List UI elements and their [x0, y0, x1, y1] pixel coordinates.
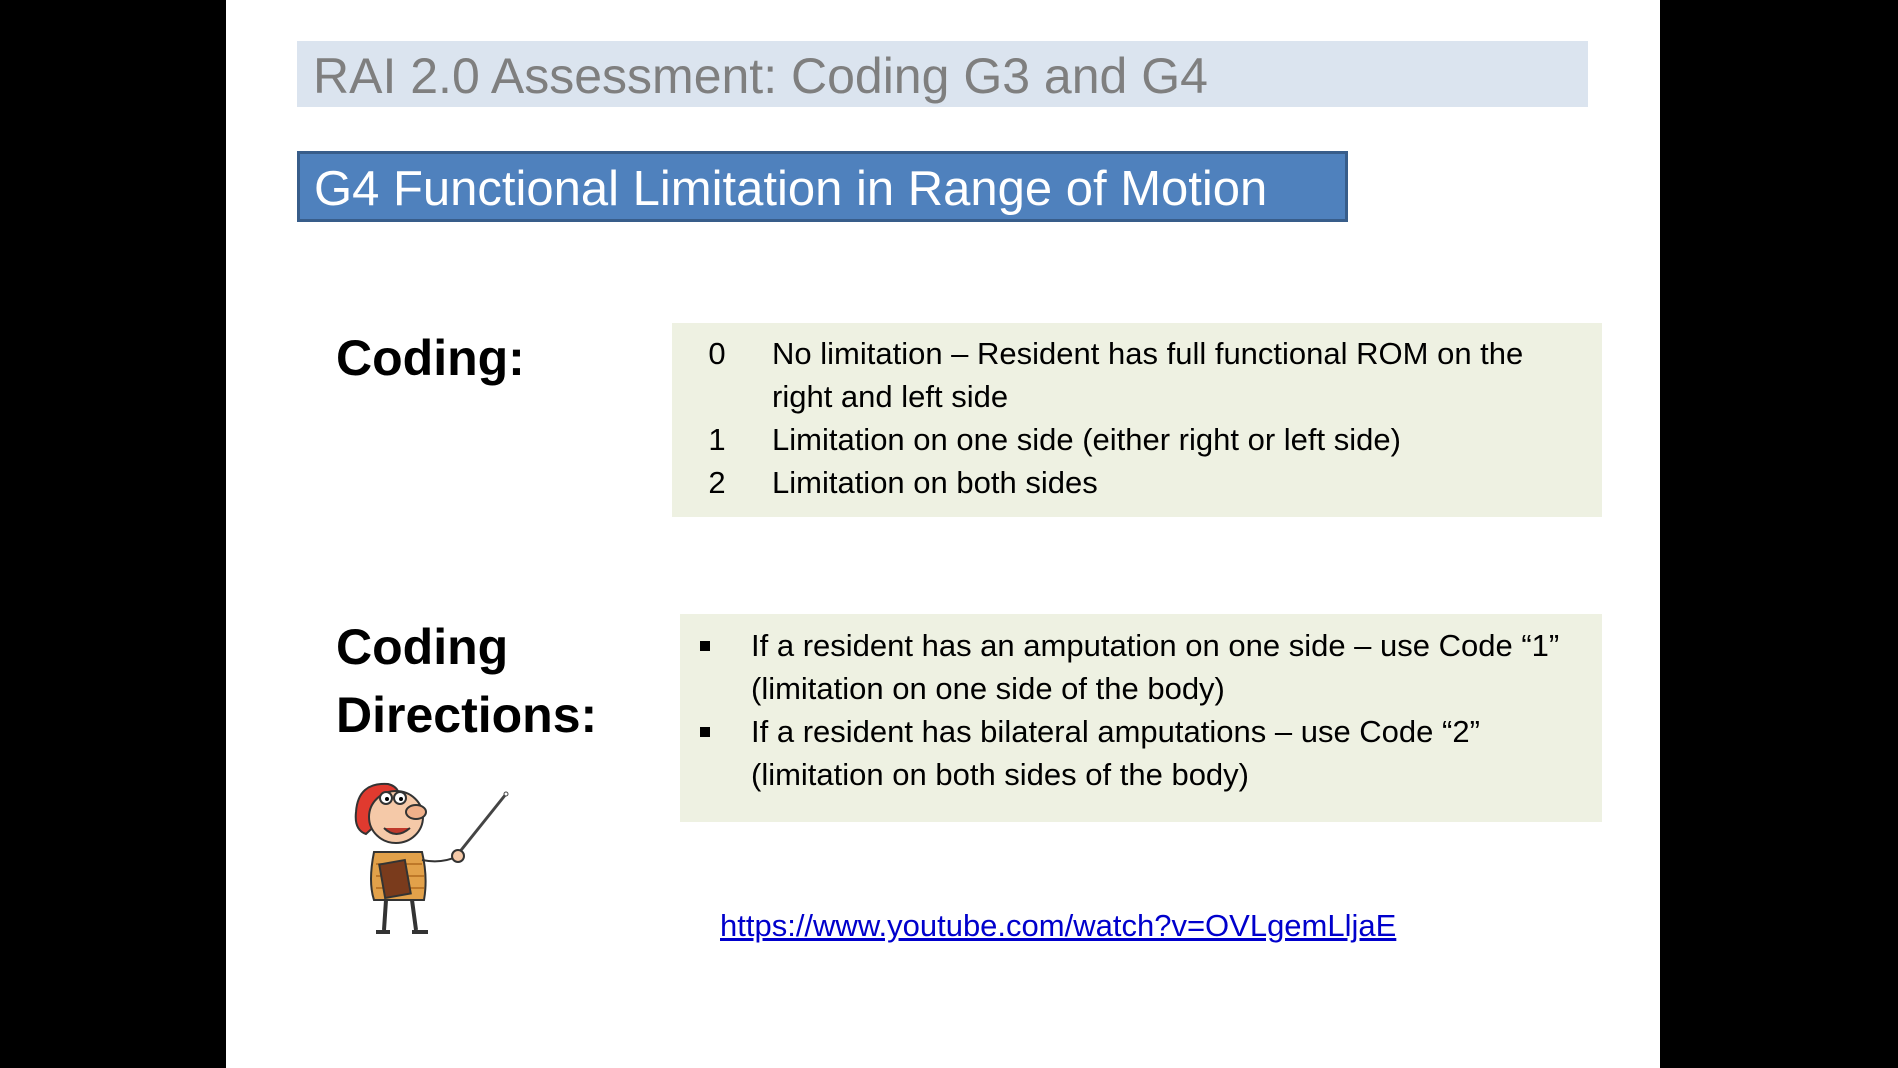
square-bullet-icon — [700, 641, 710, 651]
slide: RAI 2.0 Assessment: Coding G3 and G4 G4 … — [226, 0, 1660, 1068]
slide-title: RAI 2.0 Assessment: Coding G3 and G4 — [313, 48, 1208, 104]
directions-box: If a resident has an amputation on one s… — [680, 614, 1602, 822]
section-title: G4 Functional Limitation in Range of Mot… — [314, 162, 1268, 216]
code-number: 1 — [708, 422, 726, 457]
coding-box: 0 No limitation – Resident has full func… — [672, 323, 1602, 517]
code-description: Limitation on both sides — [772, 465, 1098, 500]
code-description: Limitation on one side (either right or … — [772, 422, 1401, 457]
youtube-link[interactable]: https://www.youtube.com/watch?v=OVLgemLl… — [720, 908, 1396, 944]
teacher-cartoon-icon — [354, 782, 509, 934]
section-title-bar: G4 Functional Limitation in Range of Mot… — [297, 151, 1348, 222]
header-bar: RAI 2.0 Assessment: Coding G3 and G4 — [297, 41, 1588, 107]
square-bullet-icon — [700, 727, 710, 737]
code-number: 2 — [708, 465, 726, 500]
code-number: 0 — [708, 336, 726, 371]
direction-text: If a resident has bilateral amputations … — [751, 714, 1480, 792]
coding-label: Coding: — [336, 330, 525, 386]
code-description: No limitation – Resident has full functi… — [772, 336, 1524, 414]
direction-text: If a resident has an amputation on one s… — [751, 628, 1560, 706]
coding-directions-label: Coding Directions: — [336, 619, 598, 743]
